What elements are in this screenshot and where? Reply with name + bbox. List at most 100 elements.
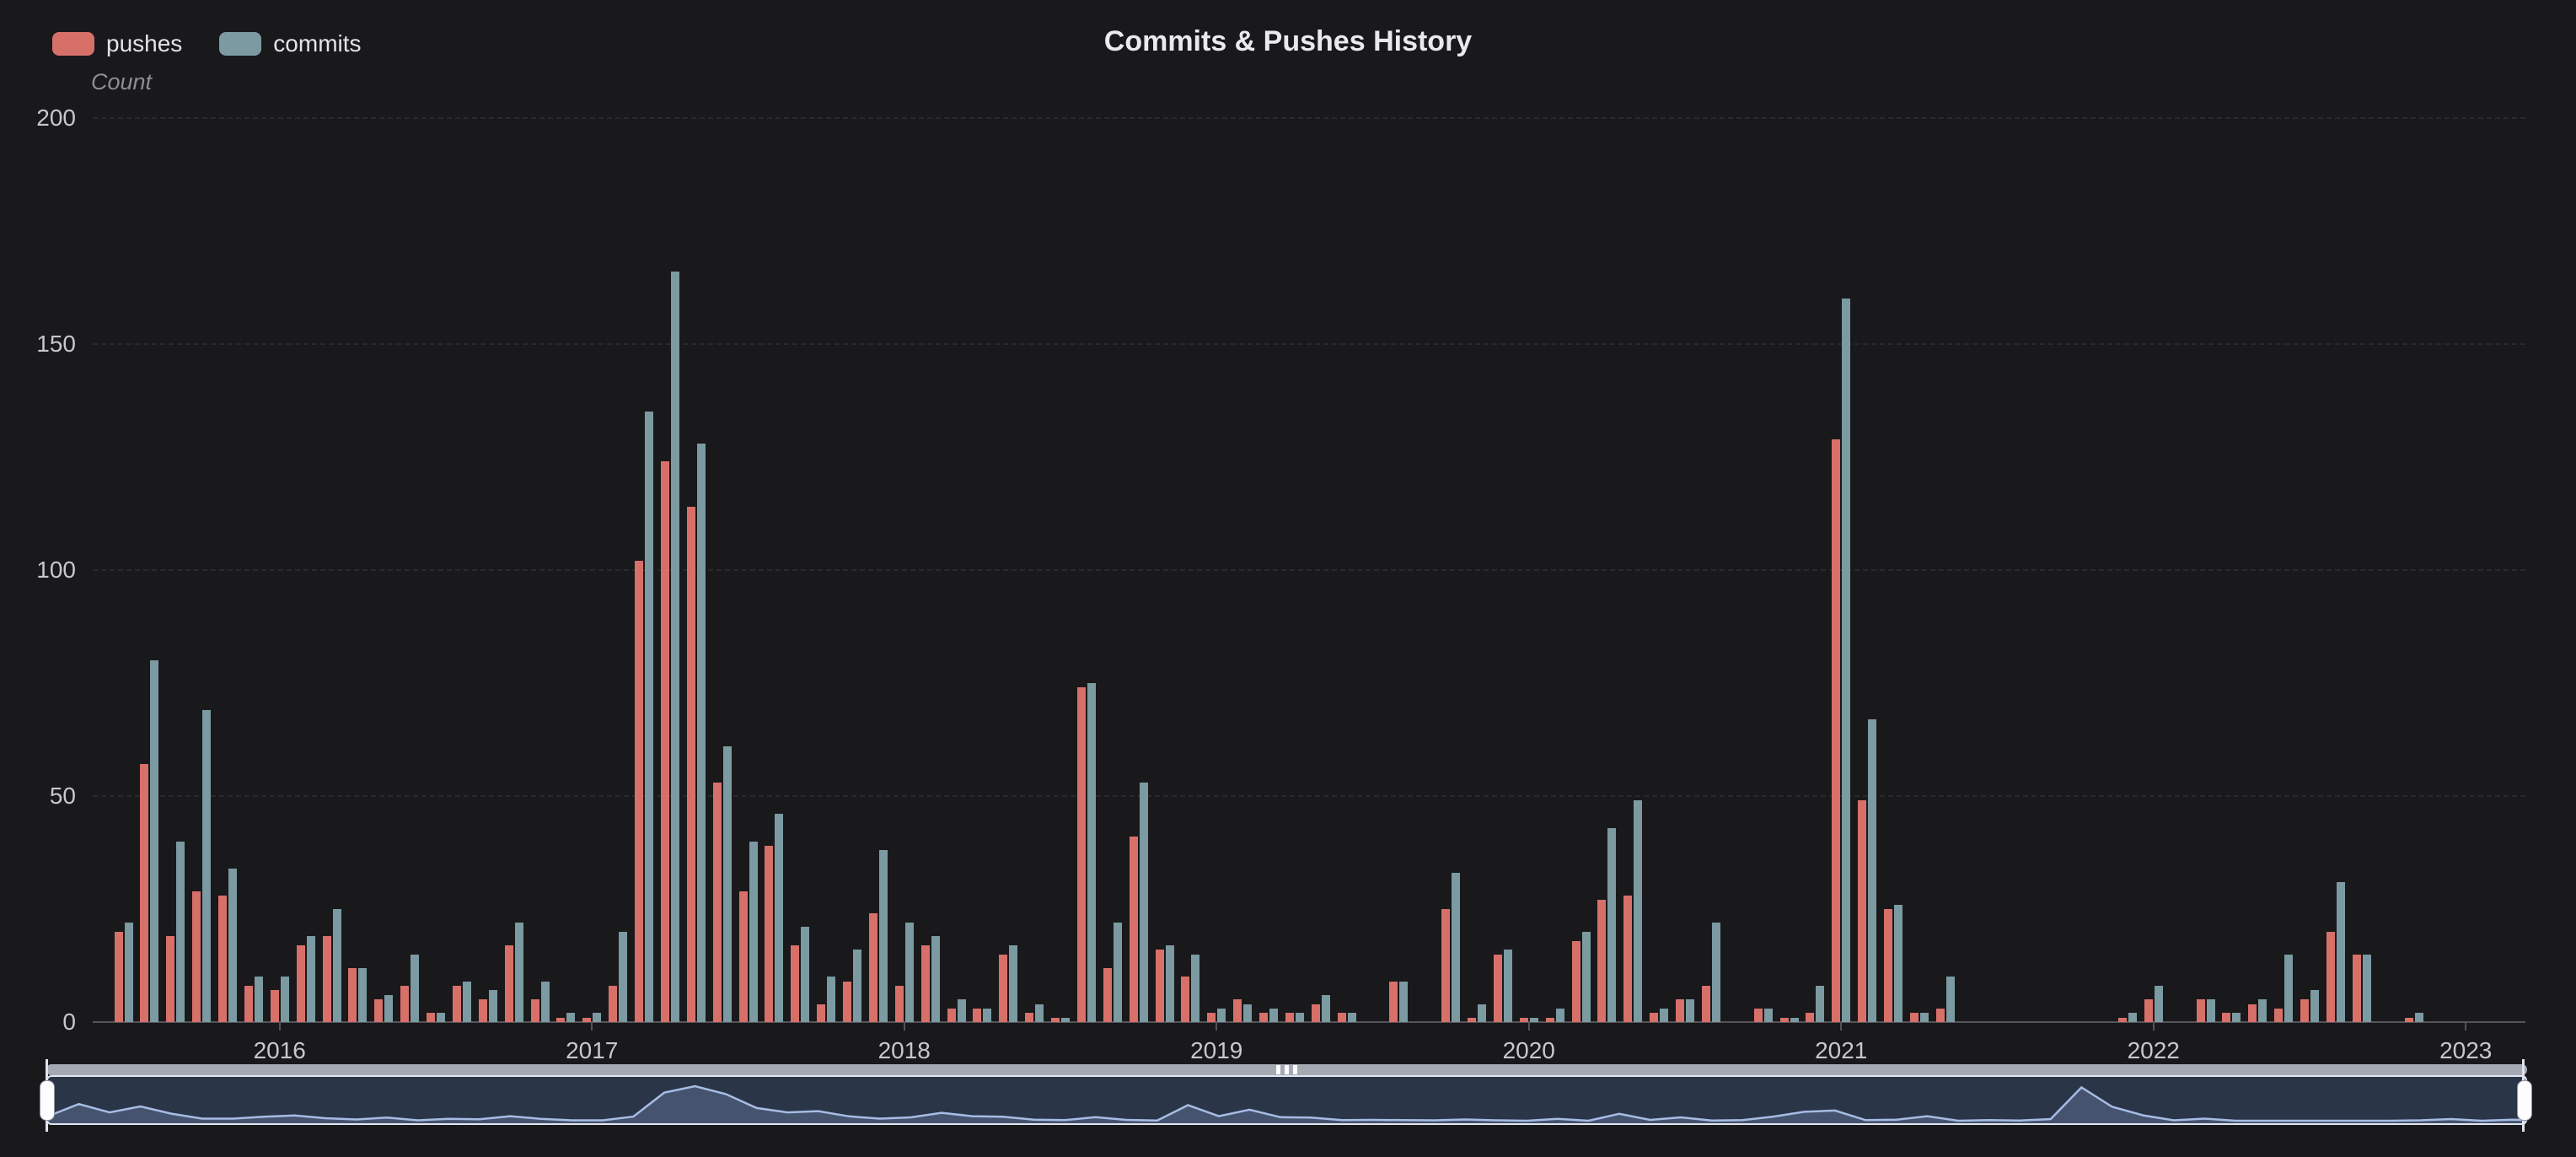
bar-commits-2015-07 <box>125 923 133 1022</box>
bar-pushes-2015-12 <box>244 986 253 1022</box>
bar-pushes-2017-12 <box>869 913 877 1022</box>
bar-commits-2017-04 <box>671 272 679 1022</box>
bar-commits-2016-03 <box>333 909 341 1022</box>
x-year-label-2018: 2018 <box>854 1037 955 1064</box>
bar-pushes-2020-01 <box>1520 1018 1528 1022</box>
bar-commits-2020-11 <box>1790 1018 1799 1022</box>
bar-commits-2016-01 <box>281 977 289 1022</box>
bar-commits-2018-03 <box>958 999 966 1022</box>
bar-commits-2015-10 <box>202 710 211 1022</box>
bar-pushes-2016-05 <box>374 999 383 1022</box>
bar-pushes-2020-07 <box>1676 999 1684 1022</box>
bar-pushes-2021-12 <box>2118 1018 2127 1022</box>
bar-commits-2017-06 <box>723 746 732 1022</box>
bar-pushes-2020-02 <box>1546 1018 1554 1022</box>
bar-pushes-2016-09 <box>479 999 487 1022</box>
bar-commits-2022-08 <box>2337 882 2345 1022</box>
bar-commits-2015-12 <box>255 977 263 1022</box>
bar-pushes-2018-01 <box>895 986 904 1022</box>
bar-pushes-2016-11 <box>531 999 539 1022</box>
bar-commits-2018-01 <box>905 923 914 1022</box>
x-axis-tick <box>591 1022 593 1031</box>
bar-commits-2016-09 <box>489 990 497 1022</box>
bar-pushes-2019-04 <box>1285 1013 1294 1022</box>
bar-pushes-2015-11 <box>218 896 227 1022</box>
bar-commits-2021-02 <box>1868 719 1876 1022</box>
datazoom-move-handle[interactable] <box>46 1064 2527 1075</box>
bar-commits-2017-10 <box>827 977 835 1022</box>
bar-pushes-2018-04 <box>973 1009 981 1022</box>
bar-pushes-2017-07 <box>739 891 748 1022</box>
bar-commits-2018-11 <box>1166 945 1174 1022</box>
y-axis-name: Count <box>91 69 152 95</box>
bar-pushes-2022-04 <box>2222 1013 2230 1022</box>
bar-pushes-2021-05 <box>1936 1009 1945 1022</box>
bar-commits-2017-02 <box>619 932 627 1022</box>
bar-commits-2021-03 <box>1894 905 1902 1022</box>
bar-pushes-2017-09 <box>791 945 799 1022</box>
datazoom-grip-icon[interactable] <box>1276 1065 1297 1074</box>
bar-pushes-2022-01 <box>2144 999 2153 1022</box>
bar-commits-2022-05 <box>2258 999 2267 1022</box>
bar-pushes-2016-01 <box>271 990 279 1022</box>
x-axis-tick <box>1528 1022 1530 1031</box>
bar-pushes-2018-02 <box>921 945 930 1022</box>
bar-commits-2019-11 <box>1478 1004 1486 1022</box>
bar-commits-2018-08 <box>1087 683 1096 1022</box>
bar-pushes-2019-11 <box>1468 1018 1476 1022</box>
bar-pushes-2018-10 <box>1130 837 1138 1022</box>
bar-commits-2020-01 <box>1530 1018 1538 1022</box>
bar-pushes-2017-04 <box>661 461 669 1022</box>
bar-pushes-2017-06 <box>713 783 722 1022</box>
bar-pushes-2020-11 <box>1780 1018 1789 1022</box>
bar-commits-2016-06 <box>411 955 419 1022</box>
bar-commits-2016-12 <box>566 1013 575 1022</box>
bar-commits-2020-04 <box>1607 828 1616 1022</box>
y-tick-label: 50 <box>8 783 76 810</box>
bar-pushes-2016-03 <box>323 936 331 1022</box>
bar-commits-2021-12 <box>2128 1013 2137 1022</box>
bar-commits-2020-10 <box>1764 1009 1773 1022</box>
bar-commits-2019-06 <box>1348 1013 1356 1022</box>
bar-commits-2018-04 <box>983 1009 991 1022</box>
bar-pushes-2018-08 <box>1077 687 1086 1022</box>
bar-pushes-2016-10 <box>505 945 513 1022</box>
y-tick-label: 150 <box>8 331 76 358</box>
datazoom-right-handle[interactable] <box>2517 1080 2532 1121</box>
datazoom-track[interactable] <box>46 1075 2527 1125</box>
bar-commits-2018-05 <box>1009 945 1017 1022</box>
bar-pushes-2019-06 <box>1338 1013 1346 1022</box>
datazoom-left-handle[interactable] <box>40 1080 55 1121</box>
bar-commits-2022-06 <box>2284 955 2293 1022</box>
bar-pushes-2017-11 <box>843 982 851 1022</box>
bar-pushes-2021-01 <box>1832 439 1840 1022</box>
bar-pushes-2019-12 <box>1494 955 1502 1022</box>
bar-pushes-2015-08 <box>140 764 148 1022</box>
gridline <box>93 117 2525 119</box>
bar-pushes-2020-12 <box>1806 1013 1814 1022</box>
x-axis-tick <box>1216 1022 1217 1031</box>
bar-commits-2017-11 <box>853 950 861 1022</box>
bar-commits-2020-05 <box>1634 800 1642 1022</box>
bar-pushes-2018-05 <box>999 955 1007 1022</box>
bar-pushes-2018-07 <box>1051 1018 1060 1022</box>
bar-pushes-2016-02 <box>297 945 305 1022</box>
bar-commits-2019-01 <box>1217 1009 1226 1022</box>
chart-title: Commits & Pushes History <box>0 25 2576 58</box>
bar-pushes-2018-12 <box>1181 977 1189 1022</box>
x-year-label-2021: 2021 <box>1790 1037 1892 1064</box>
bar-commits-2015-11 <box>228 869 237 1022</box>
bar-commits-2020-06 <box>1660 1009 1668 1022</box>
bar-commits-2020-03 <box>1582 932 1591 1022</box>
bar-commits-2018-06 <box>1035 1004 1044 1022</box>
bar-pushes-2022-06 <box>2274 1009 2283 1022</box>
bar-commits-2017-12 <box>879 850 888 1022</box>
bar-pushes-2016-06 <box>400 986 409 1022</box>
datazoom-slider[interactable] <box>46 1064 2527 1133</box>
bar-commits-2017-07 <box>749 842 758 1022</box>
bar-commits-2015-08 <box>150 660 158 1022</box>
bar-pushes-2019-08 <box>1389 982 1398 1022</box>
bar-commits-2022-04 <box>2232 1013 2241 1022</box>
bar-pushes-2019-05 <box>1312 1004 1320 1022</box>
bar-commits-2022-07 <box>2310 990 2319 1022</box>
